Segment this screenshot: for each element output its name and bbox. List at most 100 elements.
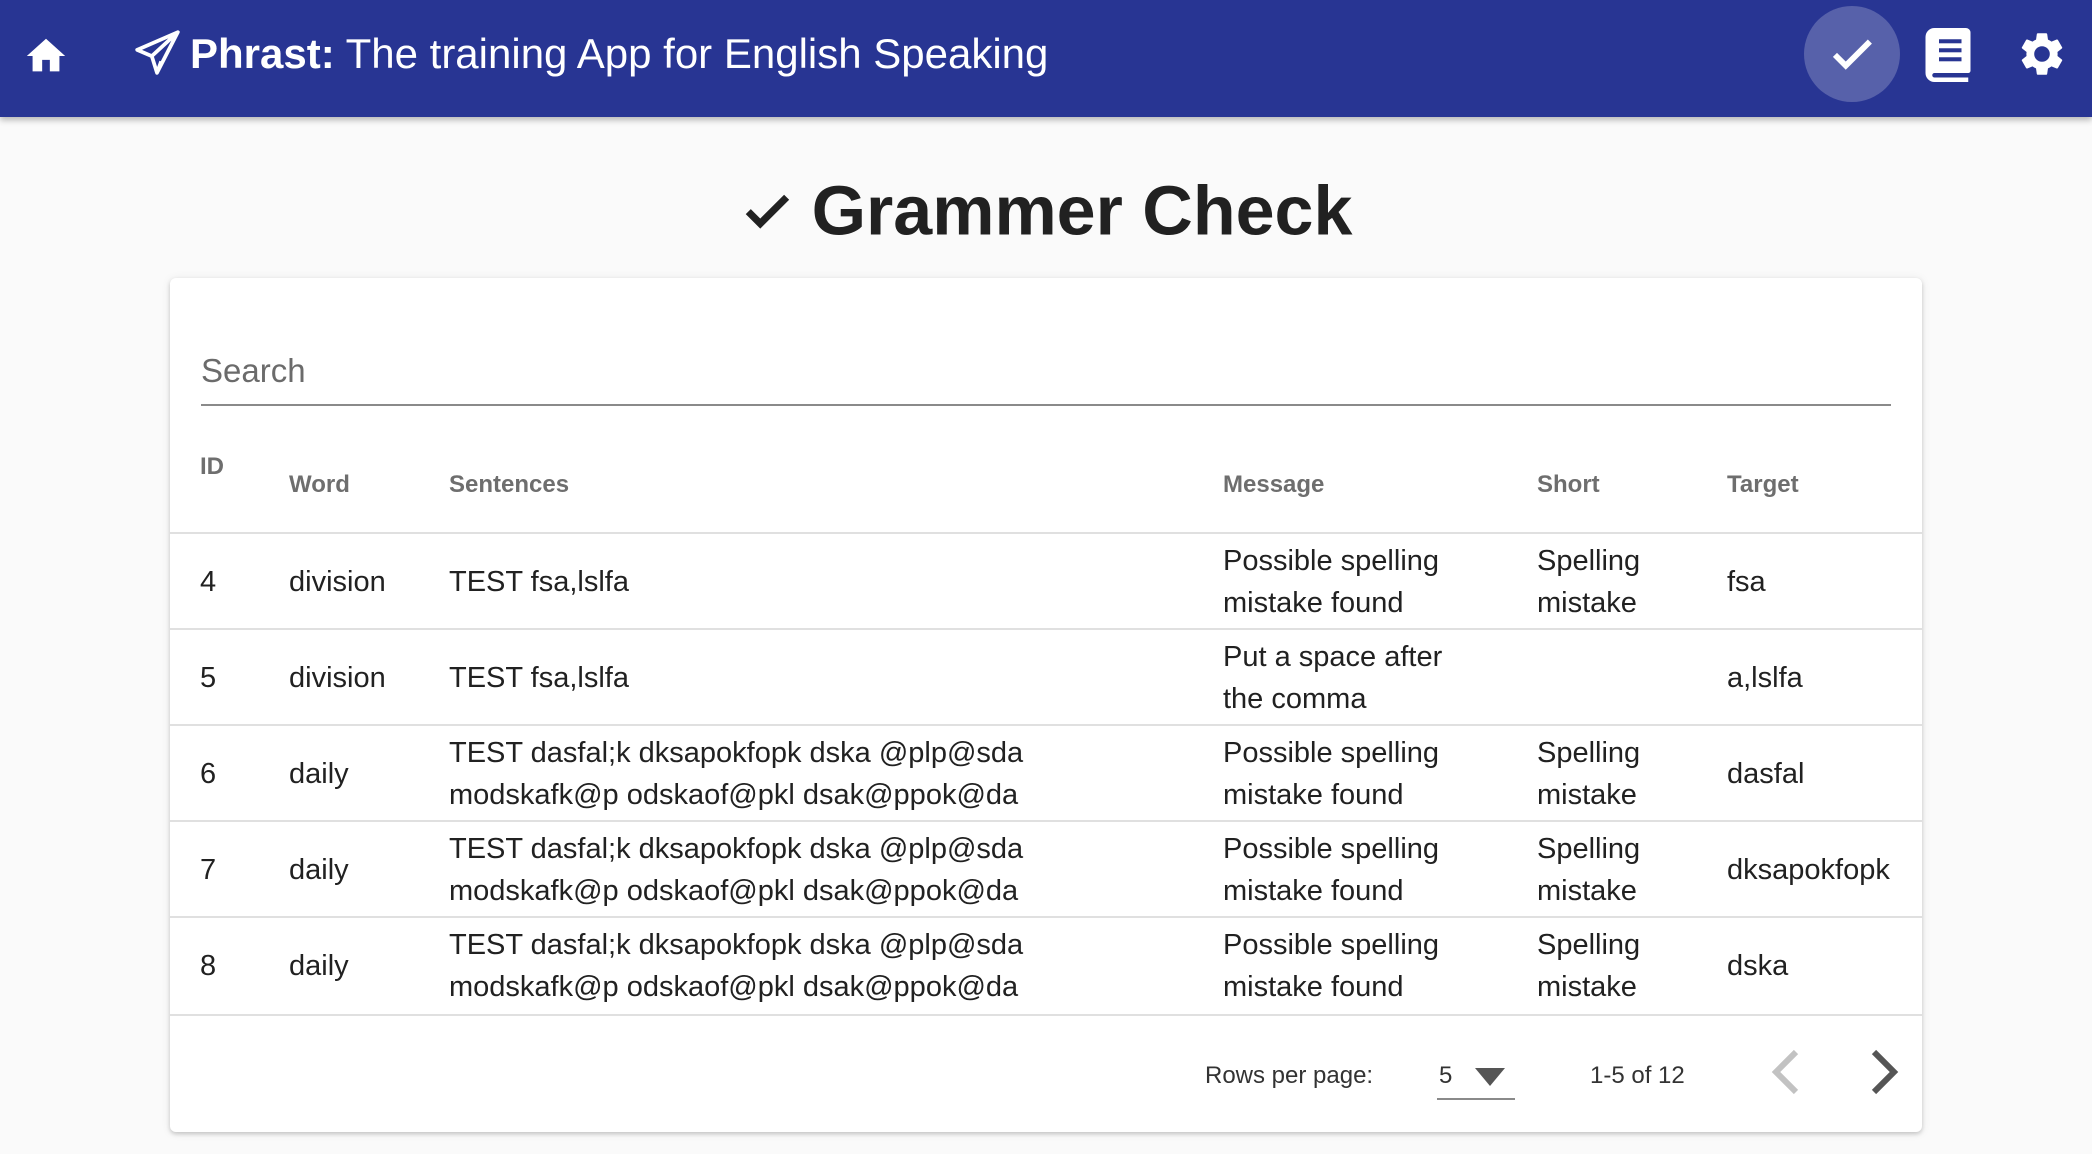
cell-id: 5 bbox=[200, 630, 216, 725]
message-line-1: Possible spelling bbox=[1223, 832, 1440, 865]
cell-word: daily bbox=[289, 726, 349, 821]
search-input[interactable] bbox=[201, 338, 1891, 406]
short-line-2: mistake bbox=[1537, 970, 1637, 1003]
cell-word-text: daily bbox=[289, 853, 349, 886]
sentence-line-2: modskafk@p odskaof@pkl dsak@ppok@da bbox=[449, 778, 1019, 811]
column-header-message[interactable]: Message bbox=[1223, 471, 1324, 499]
cell-id-text: 5 bbox=[200, 661, 217, 694]
gear-icon[interactable] bbox=[2016, 28, 2068, 80]
sentence-line-1: TEST fsa,lslfa bbox=[449, 661, 629, 694]
cell-message: Possible spelling mistake found bbox=[1223, 918, 1439, 1013]
cell-word-text: division bbox=[289, 661, 386, 694]
short-line-1: Spelling bbox=[1537, 928, 1641, 961]
check-icon bbox=[745, 194, 789, 229]
message-line-1: Possible spelling bbox=[1223, 544, 1440, 577]
chevron-left-icon[interactable] bbox=[1766, 1046, 1806, 1098]
app-tagline: The training App for English Speaking bbox=[334, 30, 1049, 77]
sentence-line-1: TEST dasfal;k dksapokfopk dska @plp@sda bbox=[449, 832, 1024, 865]
app-name: Phrast: bbox=[190, 30, 335, 77]
message-line-2: mistake found bbox=[1223, 970, 1404, 1003]
cell-id-text: 4 bbox=[200, 565, 217, 598]
sentence-line-2: modskafk@p odskaof@pkl dsak@ppok@da bbox=[449, 970, 1019, 1003]
short-line-2: mistake bbox=[1537, 586, 1637, 619]
sentence-line-1: TEST fsa,lslfa bbox=[449, 565, 629, 598]
short-line-1: Spelling bbox=[1537, 832, 1641, 865]
cell-id-text: 7 bbox=[200, 853, 217, 886]
table-row[interactable]: 4 division TEST fsa,lslfa Possible spell… bbox=[170, 534, 1922, 629]
sentence-line-1: TEST dasfal;k dksapokfopk dska @plp@sda bbox=[449, 928, 1024, 961]
cell-word: division bbox=[289, 630, 386, 725]
message-line-2: mistake found bbox=[1223, 586, 1404, 619]
cell-target: dasfal bbox=[1727, 726, 1804, 821]
table-row[interactable]: 5 division TEST fsa,lslfa Put a space af… bbox=[170, 630, 1922, 725]
cell-short: Spelling mistake bbox=[1537, 726, 1640, 821]
cell-target: a,lslfa bbox=[1727, 630, 1803, 725]
cell-sentences: TEST fsa,lslfa bbox=[449, 630, 629, 725]
table-row[interactable]: 6 daily TEST dasfal;k dksapokfopk dska @… bbox=[170, 726, 1922, 821]
cell-word-text: division bbox=[289, 565, 386, 598]
book-icon[interactable] bbox=[1924, 28, 1972, 82]
cell-target-text: dksapokfopk bbox=[1727, 853, 1890, 886]
cell-target-text: dasfal bbox=[1727, 757, 1805, 790]
home-icon[interactable] bbox=[22, 33, 70, 79]
grammar-check-nav-button[interactable] bbox=[1804, 6, 1900, 102]
short-line-2: mistake bbox=[1537, 778, 1637, 811]
cell-word: daily bbox=[289, 822, 349, 917]
cell-id: 6 bbox=[200, 726, 216, 821]
short-line-2: mistake bbox=[1537, 874, 1637, 907]
column-header-id[interactable]: ID bbox=[200, 453, 224, 481]
message-line-1: Put a space after bbox=[1223, 640, 1443, 673]
table-pagination: Rows per page: 5 1-5 of 12 bbox=[170, 1016, 1922, 1132]
cell-word: daily bbox=[289, 918, 349, 1013]
message-line-2: the comma bbox=[1223, 682, 1367, 715]
cell-id: 7 bbox=[200, 822, 216, 917]
page-title: Grammer Check bbox=[0, 160, 2092, 256]
cell-message: Possible spelling mistake found bbox=[1223, 726, 1439, 821]
short-line-1: Spelling bbox=[1537, 544, 1641, 577]
chevron-right-icon[interactable] bbox=[1864, 1046, 1904, 1098]
cell-target: dska bbox=[1727, 918, 1788, 1013]
column-header-target[interactable]: Target bbox=[1727, 471, 1799, 499]
sentence-line-1: TEST dasfal;k dksapokfopk dska @plp@sda bbox=[449, 736, 1024, 769]
cell-message: Put a space after the comma bbox=[1223, 630, 1442, 725]
paper-plane-icon bbox=[135, 30, 180, 75]
cell-sentences: TEST dasfal;k dksapokfopk dska @plp@sda m… bbox=[449, 822, 1023, 917]
rows-per-page-select[interactable]: 5 bbox=[1437, 1050, 1515, 1100]
cell-id-text: 6 bbox=[200, 757, 217, 790]
check-icon bbox=[1832, 39, 1872, 70]
pagination-range: 1-5 of 12 bbox=[1590, 1062, 1685, 1089]
message-line-2: mistake found bbox=[1223, 874, 1404, 907]
app-bar: Phrast: The training App for English Spe… bbox=[0, 0, 2092, 117]
app-title: Phrast: The training App for English Spe… bbox=[190, 28, 1048, 80]
cell-target-text: fsa bbox=[1727, 565, 1766, 598]
cell-message: Possible spelling mistake found bbox=[1223, 822, 1439, 917]
cell-word-text: daily bbox=[289, 949, 349, 982]
cell-sentences: TEST dasfal;k dksapokfopk dska @plp@sda m… bbox=[449, 726, 1023, 821]
column-header-word[interactable]: Word bbox=[289, 471, 350, 499]
rows-per-page-value: 5 bbox=[1439, 1062, 1453, 1089]
sentence-line-2: modskafk@p odskaof@pkl dsak@ppok@da bbox=[449, 874, 1019, 907]
column-header-sentences[interactable]: Sentences bbox=[449, 471, 569, 499]
grammar-check-table-card: ID Word Sentences Message Short Target 4… bbox=[170, 278, 1922, 1132]
cell-short: Spelling mistake bbox=[1537, 918, 1640, 1013]
table-row[interactable]: 8 daily TEST dasfal;k dksapokfopk dska @… bbox=[170, 918, 1922, 1013]
cell-target: fsa bbox=[1727, 534, 1766, 629]
cell-sentences: TEST fsa,lslfa bbox=[449, 534, 629, 629]
cell-target-text: dska bbox=[1727, 949, 1789, 982]
message-line-1: Possible spelling bbox=[1223, 736, 1440, 769]
cell-message: Possible spelling mistake found bbox=[1223, 534, 1439, 629]
column-header-short[interactable]: Short bbox=[1537, 471, 1600, 499]
cell-target-text: a,lslfa bbox=[1727, 661, 1803, 694]
table-row[interactable]: 7 daily TEST dasfal;k dksapokfopk dska @… bbox=[170, 822, 1922, 917]
cell-target: dksapokfopk bbox=[1727, 822, 1890, 917]
cell-id: 4 bbox=[200, 534, 216, 629]
message-line-2: mistake found bbox=[1223, 778, 1404, 811]
cell-id: 8 bbox=[200, 918, 216, 1013]
page-title-text: Grammer Check bbox=[811, 171, 1353, 250]
message-line-1: Possible spelling bbox=[1223, 928, 1440, 961]
cell-short: Spelling mistake bbox=[1537, 822, 1640, 917]
cell-sentences: TEST dasfal;k dksapokfopk dska @plp@sda m… bbox=[449, 918, 1023, 1013]
cell-short: Spelling mistake bbox=[1537, 534, 1640, 629]
cell-id-text: 8 bbox=[200, 949, 217, 982]
rows-per-page-label: Rows per page: bbox=[1205, 1062, 1374, 1089]
